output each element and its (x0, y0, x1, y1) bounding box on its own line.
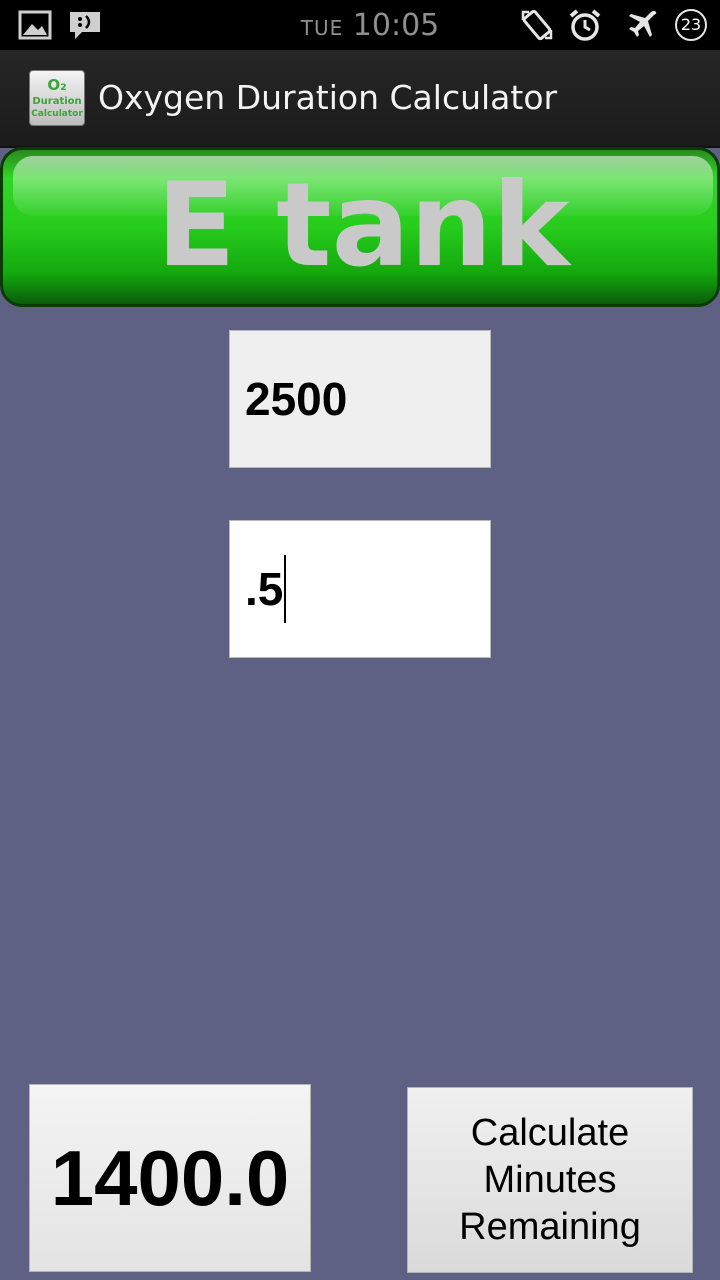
pressure-value: 2500 (245, 373, 348, 425)
rotate-icon (520, 8, 554, 42)
calculate-button-line1: Calculate (470, 1111, 630, 1154)
result-display: 1400.0 (29, 1084, 311, 1272)
battery-level: 23 (680, 15, 702, 34)
tank-type-button[interactable]: E tank (0, 147, 720, 307)
app-logo-icon[interactable]: O₂ Duration Calculator (29, 70, 85, 126)
battery-icon: 23 (673, 8, 709, 42)
alarm-icon (568, 8, 602, 42)
status-day: TUE (300, 16, 344, 40)
calculate-minutes-remaining-button[interactable]: Calculate Minutes Remaining (407, 1087, 693, 1273)
logo-line1: O₂ (47, 76, 66, 94)
tank-type-label: E tank (156, 158, 570, 293)
status-time: 10:05 (352, 8, 440, 43)
flow-rate-input[interactable]: .5 (229, 520, 491, 658)
app-title: Oxygen Duration Calculator (98, 78, 558, 117)
text-cursor (284, 555, 287, 623)
status-bar: TUE 10:05 23 (0, 0, 720, 50)
calculate-button-line2: Minutes (483, 1158, 617, 1201)
flow-rate-value: .5 (245, 563, 284, 615)
message-icon (68, 8, 102, 42)
action-bar: O₂ Duration Calculator Oxygen Duration C… (0, 50, 720, 148)
result-value: 1400.0 (50, 1133, 290, 1222)
pressure-input[interactable]: 2500 (229, 330, 491, 468)
logo-line2: Duration (32, 96, 81, 107)
calculate-button-line3: Remaining (459, 1205, 641, 1248)
airplane-mode-icon (626, 8, 660, 42)
gallery-icon (18, 8, 52, 42)
status-clock: TUE 10:05 (300, 6, 440, 48)
logo-line3: Calculator (31, 109, 83, 119)
